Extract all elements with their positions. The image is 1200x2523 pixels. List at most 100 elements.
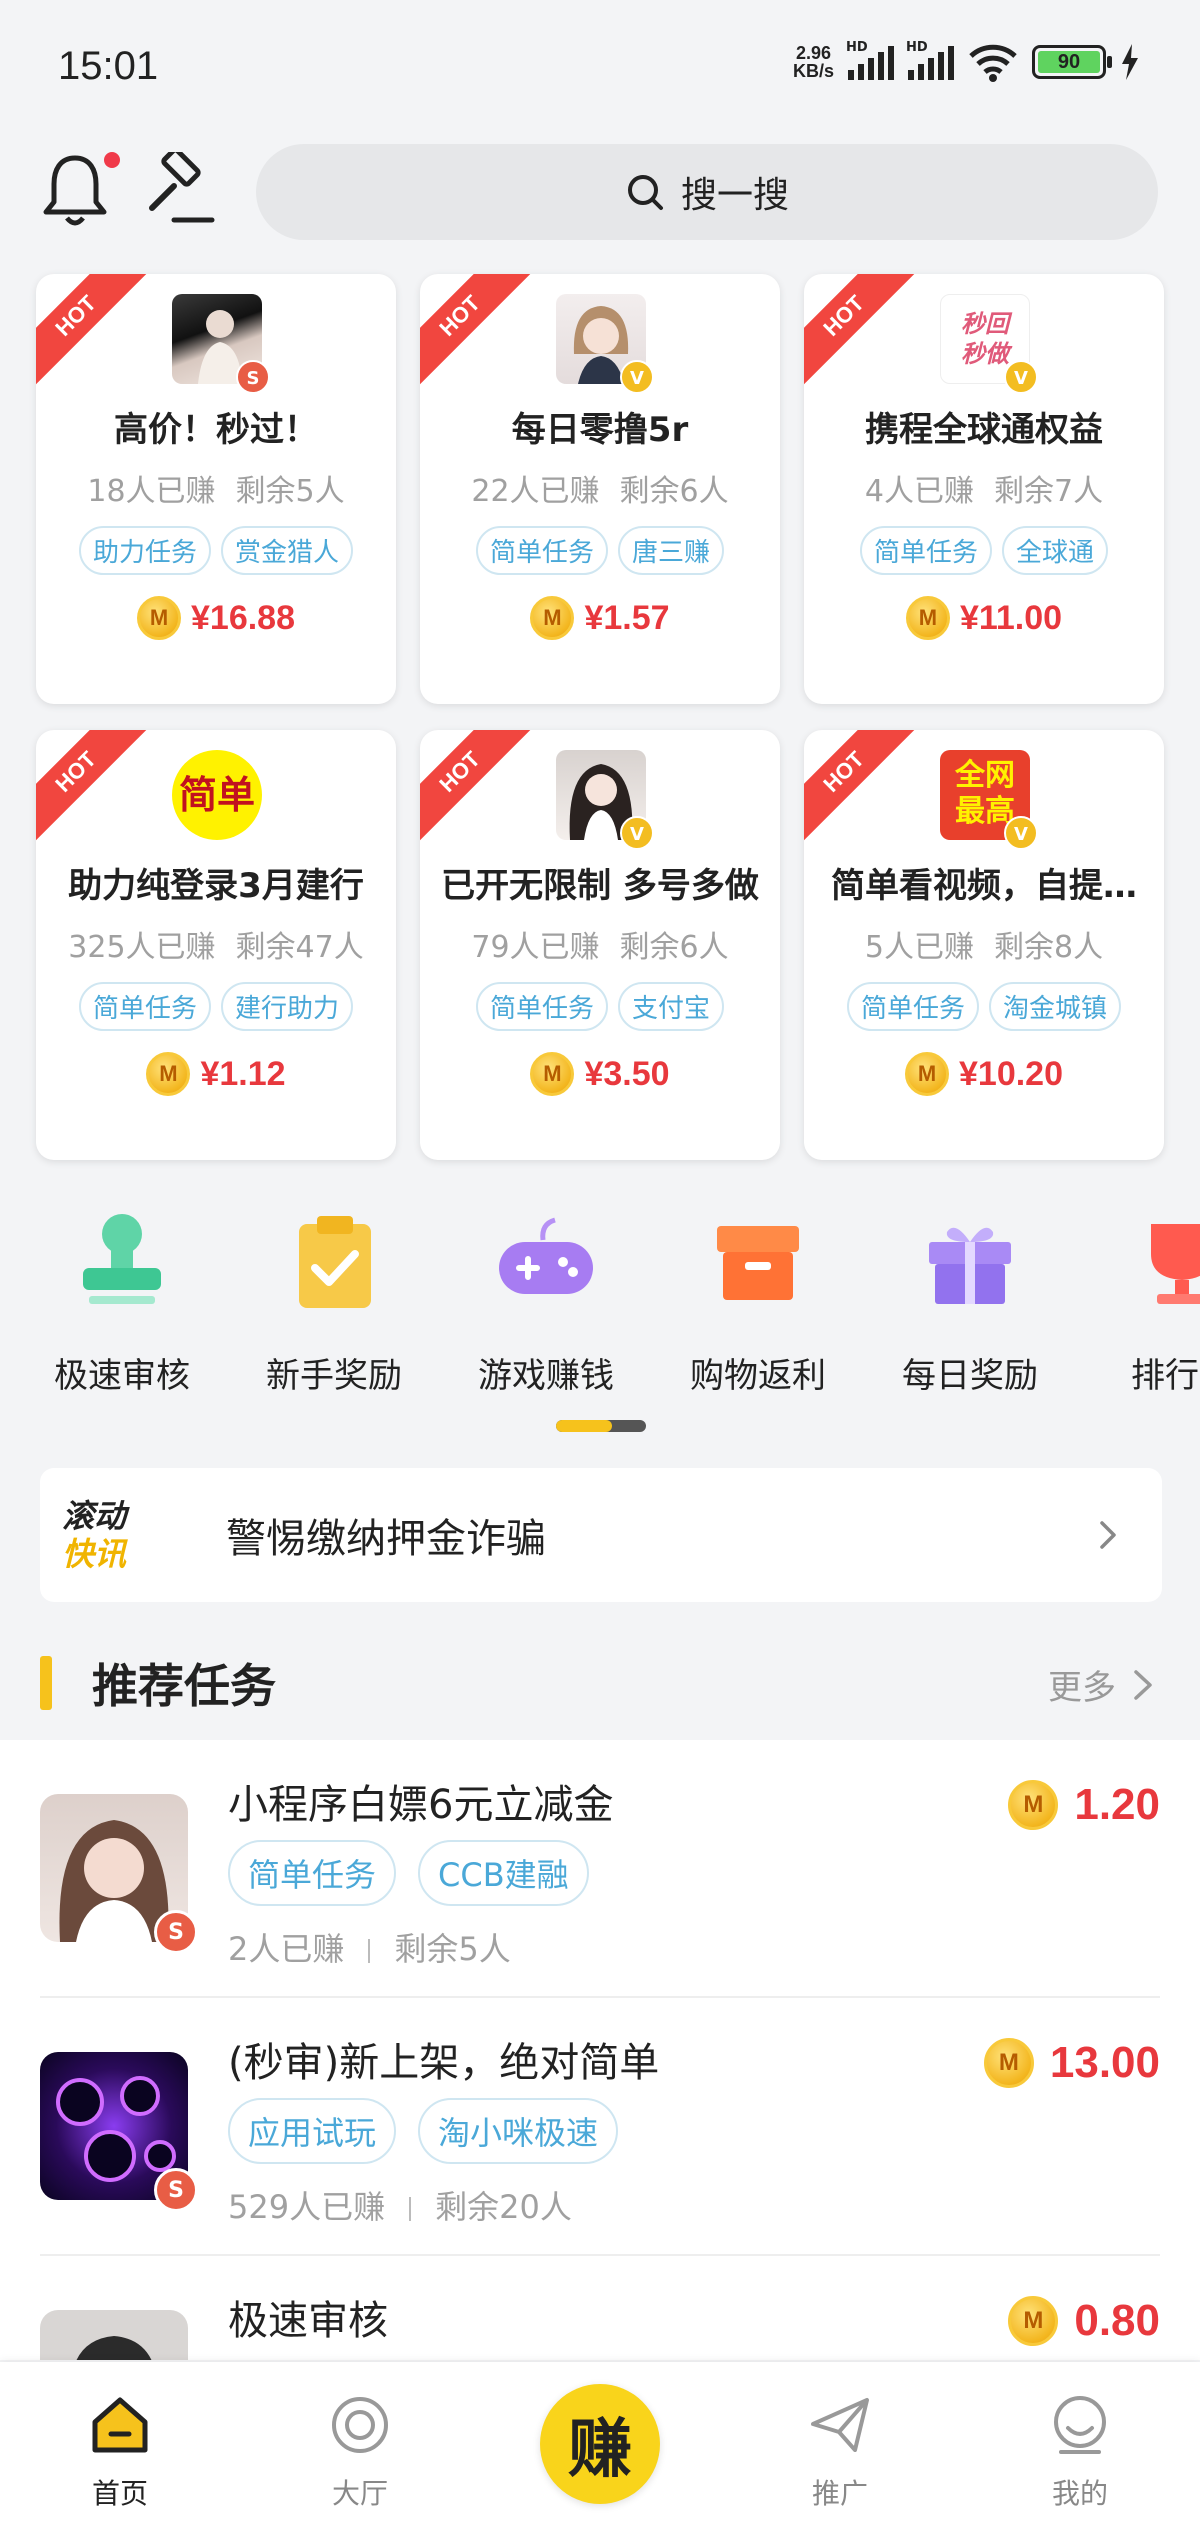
hot-task-grid: HOT S 高价！秒过！ 18人已赚 剩余5人 助力任务 赏金猎人 M ¥16.88 …: [36, 274, 1166, 1160]
task-tag: 唐三赚: [618, 526, 725, 575]
hot-task-card[interactable]: HOT 秒回秒做 V 携程全球通权益 4人已赚 剩余7人 简单任务 全球通 M ¥11…: [804, 274, 1164, 704]
hot-ribbon: HOT: [420, 274, 531, 387]
task-tag: 简单任务: [846, 982, 979, 1031]
hot-task-price: M ¥1.12: [36, 1052, 396, 1096]
paper-plane-icon: [811, 2398, 869, 2452]
hot-task-card[interactable]: HOT 全网最高 V 简单看视频，自提… 5人已赚 剩余8人 简单任务 淘金城镇 M…: [804, 730, 1164, 1160]
task-tags: 应用试玩 淘小咪极速: [228, 2098, 619, 2164]
task-title: 极速审核: [228, 2298, 388, 2344]
task-row[interactable]: S (秒审)新上架，绝对简单 应用试玩 淘小咪极速 529人已赚 剩余20人 M …: [0, 1998, 1200, 2256]
task-tag: 简单任务: [475, 982, 608, 1031]
category-scroll-indicator: [556, 1420, 646, 1432]
hot-task-tags: 简单任务 淘金城镇: [804, 982, 1164, 1031]
news-ticker-logo: 滚动 快讯: [62, 1497, 127, 1573]
category-shopping-rebate[interactable]: 购物返利: [658, 1206, 858, 1397]
task-tag: 建行助力: [221, 982, 354, 1031]
network-speed: 2.96 KB/s: [792, 43, 834, 81]
home-icon: [92, 2397, 148, 2453]
hot-task-price: M ¥10.20: [804, 1052, 1164, 1096]
level-badge: S: [154, 2168, 198, 2212]
category-daily-reward[interactable]: 每日奖励: [870, 1206, 1070, 1397]
task-tag: 助力任务: [78, 526, 211, 575]
nav-promote[interactable]: 推广: [760, 2392, 920, 2512]
category-leaderboard[interactable]: 排行…: [1082, 1206, 1200, 1397]
hot-task-card[interactable]: HOT S 高价！秒过！ 18人已赚 剩余5人 助力任务 赏金猎人 M ¥16.88: [36, 274, 396, 704]
hot-task-card[interactable]: HOT V 每日零撸5r 22人已赚 剩余6人 简单任务 唐三赚 M ¥1.57: [420, 274, 780, 704]
task-stats: 529人已赚 剩余20人: [228, 2188, 572, 2226]
category-game-earn[interactable]: 游戏赚钱: [446, 1206, 646, 1397]
news-ticker[interactable]: 滚动 快讯 警惕缴纳押金诈骗: [40, 1468, 1162, 1602]
section-accent-bar: [40, 1656, 52, 1710]
hot-task-tags: 简单任务 支付宝: [420, 982, 780, 1031]
signal-icon: HD: [846, 40, 894, 80]
stamp-icon: [83, 1214, 161, 1304]
category-newbie-reward[interactable]: 新手奖励: [234, 1206, 434, 1397]
coin-icon: M: [1008, 2296, 1059, 2346]
hot-task-title: 携程全球通权益: [865, 410, 1103, 450]
hot-ribbon: HOT: [36, 730, 147, 843]
coin-icon: M: [983, 2038, 1034, 2088]
coin-icon: M: [137, 596, 181, 640]
hot-task-card[interactable]: HOT 简单 助力纯登录3月建行 325人已赚 剩余47人 简单任务 建行助力 M ¥…: [36, 730, 396, 1160]
search-placeholder: 搜一搜: [680, 175, 789, 216]
category-fast-review[interactable]: 极速审核: [22, 1206, 222, 1397]
task-tag: 简单任务: [475, 526, 608, 575]
task-price: M 1.20: [1008, 1780, 1160, 1830]
wifi-icon: [969, 44, 1017, 82]
hot-task-tags: 简单任务 唐三赚: [420, 526, 780, 575]
top-header: 搜一搜: [0, 138, 1200, 242]
coin-icon: M: [905, 596, 950, 640]
search-bar[interactable]: 搜一搜: [256, 144, 1158, 240]
status-icons: 2.96 KB/s HD HD 90: [792, 40, 1140, 82]
gift-icon: [929, 1227, 1011, 1304]
coin-icon: M: [905, 1052, 949, 1096]
task-tag: 支付宝: [618, 982, 725, 1031]
news-ticker-text: 警惕缴纳押金诈骗: [226, 1516, 546, 1562]
auction-hammer-icon[interactable]: [144, 152, 216, 226]
hot-task-stats: 4人已赚 剩余7人: [864, 474, 1104, 509]
task-tag: 全球通: [1002, 526, 1109, 575]
task-row[interactable]: 极速审核 M 0.80: [0, 2256, 1200, 2360]
vip-badge: V: [620, 360, 654, 394]
task-tag: 简单任务: [859, 526, 992, 575]
task-price: M 13.00: [983, 2038, 1160, 2088]
task-tag: 简单任务: [228, 1840, 397, 1906]
status-time: 15:01: [58, 44, 159, 88]
hot-task-title: 简单看视频，自提…: [831, 866, 1137, 906]
task-tag: 赏金猎人: [221, 526, 354, 575]
hot-ribbon: HOT: [420, 730, 531, 843]
task-price: M 0.80: [1008, 2296, 1160, 2346]
task-tag: 淘小咪极速: [418, 2098, 619, 2164]
task-avatar: 简单: [172, 750, 262, 840]
profile-face-icon: [1054, 2396, 1106, 2454]
task-title: (秒审)新上架，绝对简单: [228, 2040, 660, 2086]
hot-task-price: M ¥16.88: [36, 596, 396, 640]
task-tag: CCB建融: [418, 1840, 589, 1906]
hot-task-price: M ¥11.00: [804, 596, 1164, 640]
bottom-navigation: 首页 大厅 赚 推广 我的: [0, 2362, 1200, 2523]
bell-icon[interactable]: [40, 150, 110, 228]
hot-task-stats: 18人已赚 剩余5人: [87, 474, 345, 509]
box-icon: [717, 1226, 799, 1300]
task-row[interactable]: S 小程序白嫖6元立减金 简单任务 CCB建融 2人已赚 剩余5人 M 1.20: [0, 1740, 1200, 1998]
nav-hall[interactable]: 大厅: [280, 2392, 440, 2512]
hot-task-title: 助力纯登录3月建行: [68, 866, 364, 906]
hot-task-tags: 简单任务 建行助力: [36, 982, 396, 1031]
hot-task-tags: 简单任务 全球通: [804, 526, 1164, 575]
nav-mine[interactable]: 我的: [1000, 2392, 1160, 2512]
vip-badge: V: [1004, 816, 1038, 850]
hot-task-card[interactable]: HOT V 已开无限制 多号多做 79人已赚 剩余6人 简单任务 支付宝 M ¥3.5…: [420, 730, 780, 1160]
nav-home[interactable]: 首页: [40, 2392, 200, 2512]
category-row: 极速审核 新手奖励 游戏赚钱 购物返利 每日奖励 排行: [0, 1206, 1200, 1406]
more-link[interactable]: 更多: [1048, 1660, 1156, 1709]
task-avatar: [40, 2310, 188, 2360]
hot-task-title: 已开无限制 多号多做: [441, 866, 759, 906]
hot-task-title: 每日零撸5r: [511, 410, 689, 450]
hot-task-stats: 325人已赚 剩余47人: [68, 930, 364, 965]
coin-icon: M: [146, 1052, 191, 1096]
nav-earn-button[interactable]: 赚: [540, 2384, 660, 2504]
vip-badge: V: [620, 816, 654, 850]
target-icon: [332, 2397, 388, 2453]
status-bar: 15:01 2.96 KB/s HD HD 90: [0, 0, 1200, 136]
chevron-right-icon: [1100, 1521, 1116, 1549]
